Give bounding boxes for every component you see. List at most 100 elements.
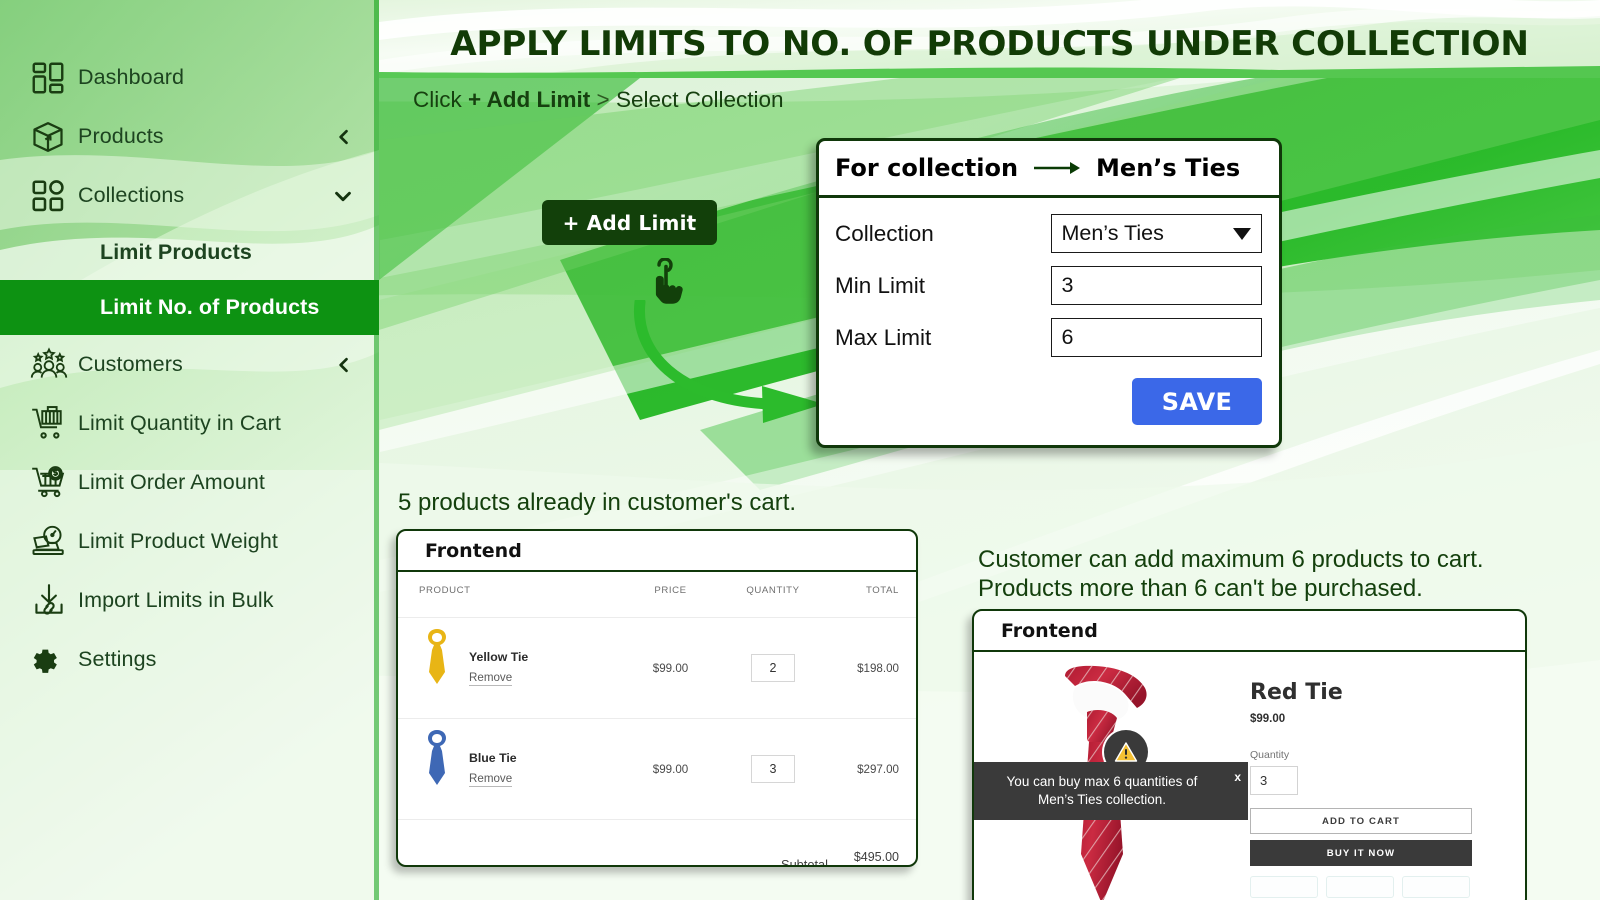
max-limit-label: Max Limit bbox=[835, 324, 932, 350]
remove-link[interactable]: Remove bbox=[469, 772, 513, 787]
table-row: Yellow Tie Remove $99.00 2 $198.00 bbox=[398, 617, 916, 719]
limit-config-card: For collection Men’s Ties Collection Men… bbox=[816, 138, 1282, 448]
sidebar-item-label: Limit Order Amount bbox=[78, 470, 266, 494]
cart-product-price: $99.00 bbox=[623, 718, 718, 820]
product-caption: Customer can add maximum 6 products to c… bbox=[978, 546, 1484, 602]
subtotal-label: Subtotal bbox=[781, 856, 828, 867]
sidebar-item-import-limits-in-bulk[interactable]: Import Limits in Bulk bbox=[0, 571, 379, 630]
chevron-left-icon[interactable] bbox=[334, 127, 354, 147]
cart-product-total: $297.00 bbox=[828, 718, 916, 820]
page-title: APPLY LIMITS TO NO. OF PRODUCTS UNDER CO… bbox=[450, 24, 1529, 63]
collection-select-value: Men’s Ties bbox=[1061, 221, 1164, 245]
product-name: Red Tie bbox=[1250, 680, 1343, 705]
product-panel-title: Frontend bbox=[974, 611, 1525, 652]
sidebar-item-label: Limit No. of Products bbox=[100, 295, 320, 319]
min-limit-label: Min Limit bbox=[835, 272, 926, 298]
payment-option-chip[interactable] bbox=[1402, 876, 1470, 898]
product-info: Red Tie $99.00 Quantity 3 ADD TO CART BU… bbox=[1236, 652, 1525, 900]
cart-box-icon bbox=[30, 404, 78, 444]
quantity-label: Quantity bbox=[1250, 749, 1290, 761]
save-button[interactable]: SAVE bbox=[1132, 378, 1262, 425]
max-limit-value: 6 bbox=[1061, 325, 1074, 349]
sidebar-item-label: Collections bbox=[78, 183, 185, 207]
breadcrumb: Click + Add Limit > Select Collection bbox=[413, 87, 784, 113]
cart-product-cell: Yellow Tie Remove bbox=[398, 617, 623, 719]
sidebar-item-limit-order-amount[interactable]: Limit Order Amount bbox=[0, 453, 379, 512]
chevron-left-icon[interactable] bbox=[334, 355, 354, 375]
sidebar-item-limit-products[interactable]: Limit Products bbox=[0, 225, 379, 280]
quantity-input[interactable]: 3 bbox=[751, 755, 795, 783]
remove-link[interactable]: Remove bbox=[469, 671, 513, 686]
box-icon bbox=[30, 117, 78, 157]
min-limit-value: 3 bbox=[1061, 273, 1074, 297]
cart-table-header-row: PRODUCT PRICE QUANTITY TOTAL bbox=[398, 572, 916, 618]
breadcrumb-target: Select Collection bbox=[615, 87, 784, 112]
payment-options-row bbox=[1250, 876, 1505, 898]
cart-caption: 5 products already in customer's cart. bbox=[398, 489, 797, 516]
breadcrumb-action[interactable]: + Add Limit bbox=[468, 87, 590, 112]
cart-table: PRODUCT PRICE QUANTITY TOTAL Yellow Tie … bbox=[398, 572, 916, 867]
cart-quantity-cell: 3 bbox=[718, 718, 828, 820]
limit-card-header-collection: Men’s Ties bbox=[1096, 154, 1241, 182]
limit-warning-tooltip: You can buy max 6 quantities of Men’s Ti… bbox=[974, 762, 1248, 820]
min-limit-input[interactable]: 3 bbox=[1051, 266, 1262, 305]
customers-icon bbox=[30, 345, 78, 385]
sidebar-item-label: Limit Quantity in Cart bbox=[78, 411, 281, 435]
breadcrumb-prefix: Click bbox=[413, 87, 468, 112]
collection-select[interactable]: Men’s Ties bbox=[1051, 214, 1262, 253]
sidebar-item-label: Limit Product Weight bbox=[78, 529, 278, 553]
cart-product-price: $99.00 bbox=[623, 617, 718, 719]
import-download-icon bbox=[30, 581, 78, 621]
sidebar-item-customers[interactable]: Customers bbox=[0, 335, 379, 394]
sidebar-item-limit-product-weight[interactable]: Limit Product Weight bbox=[0, 512, 379, 571]
quantity-input[interactable]: 3 bbox=[1250, 766, 1298, 795]
cart-col-quantity: QUANTITY bbox=[718, 572, 828, 618]
cart-col-price: PRICE bbox=[623, 572, 718, 618]
right-arrow-icon bbox=[1032, 160, 1082, 176]
chevron-down-icon bbox=[1233, 227, 1251, 240]
close-icon[interactable]: x bbox=[1234, 768, 1241, 786]
cart-product-name: Blue Tie bbox=[469, 751, 517, 765]
gear-icon bbox=[30, 640, 78, 680]
payment-option-chip[interactable] bbox=[1250, 876, 1318, 898]
sidebar-item-products[interactable]: Products bbox=[0, 107, 379, 166]
yellow-tie-icon bbox=[419, 626, 455, 710]
add-limit-button[interactable]: + Add Limit bbox=[542, 200, 717, 245]
sidebar-item-label: Dashboard bbox=[78, 65, 185, 89]
cart-product-total: $198.00 bbox=[828, 617, 916, 719]
sidebar-item-limit-no-of-products[interactable]: Limit No. of Products bbox=[0, 280, 379, 335]
cart-quantity-cell: 2 bbox=[718, 617, 828, 719]
collection-field-row: Collection Men’s Ties bbox=[835, 214, 1262, 253]
payment-option-chip[interactable] bbox=[1326, 876, 1394, 898]
quantity-input[interactable]: 2 bbox=[751, 654, 795, 682]
sidebar: Dashboard Products Collections Limit Pro… bbox=[0, 0, 379, 900]
add-to-cart-button[interactable]: ADD TO CART bbox=[1250, 808, 1472, 834]
buy-it-now-button[interactable]: BUY IT NOW bbox=[1250, 840, 1472, 866]
chevron-down-icon[interactable] bbox=[332, 185, 354, 207]
frontend-product-panel: Frontend You can buy max 6 quantities of… bbox=[972, 609, 1527, 900]
cart-col-product: PRODUCT bbox=[398, 572, 623, 618]
sidebar-item-limit-quantity-in-cart[interactable]: Limit Quantity in Cart bbox=[0, 394, 379, 453]
product-price: $99.00 bbox=[1250, 713, 1286, 725]
product-image-area: You can buy max 6 quantities of Men’s Ti… bbox=[974, 652, 1248, 900]
sidebar-item-label: Settings bbox=[78, 647, 157, 671]
max-limit-input[interactable]: 6 bbox=[1051, 318, 1262, 357]
sidebar-item-dashboard[interactable]: Dashboard bbox=[0, 48, 379, 107]
cart-dollar-icon bbox=[30, 463, 78, 503]
sidebar-item-settings[interactable]: Settings bbox=[0, 630, 379, 689]
sidebar-item-collections[interactable]: Collections bbox=[0, 166, 379, 225]
breadcrumb-separator: > bbox=[590, 87, 616, 112]
sidebar-item-label: Products bbox=[78, 124, 164, 148]
limit-card-header: For collection Men’s Ties bbox=[819, 141, 1279, 198]
cart-product-cell: Blue Tie Remove bbox=[398, 718, 623, 820]
scale-icon bbox=[30, 522, 78, 562]
cart-col-total: TOTAL bbox=[828, 572, 916, 618]
sidebar-item-label: Customers bbox=[78, 352, 183, 376]
max-limit-field-row: Max Limit 6 bbox=[835, 318, 1262, 357]
table-row: Blue Tie Remove $99.00 3 $297.00 bbox=[398, 718, 916, 820]
collections-grid-icon bbox=[30, 176, 78, 216]
collection-field-label: Collection bbox=[835, 220, 934, 246]
cart-subtotal-row: Subtotal $495.00 USD bbox=[398, 820, 916, 867]
blue-tie-icon bbox=[419, 727, 455, 811]
tooltip-text: You can buy max 6 quantities of Men’s Ti… bbox=[1006, 774, 1198, 807]
